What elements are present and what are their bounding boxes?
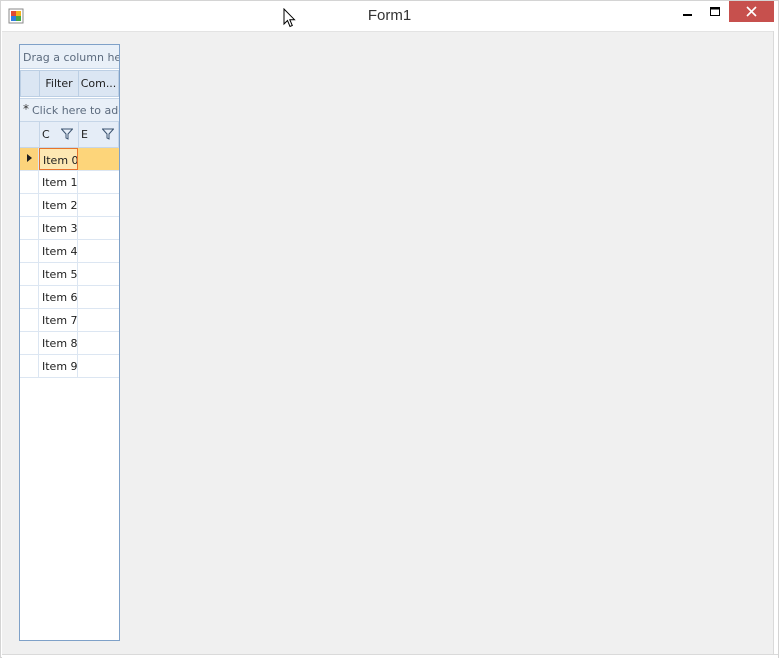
filter-icon[interactable] [102,128,114,140]
cell-c[interactable]: Item 0 [39,148,78,170]
data-grid[interactable]: Drag a column header here to group by th… [19,44,120,641]
row-selector[interactable] [20,240,39,262]
column-header-row: C E [20,122,119,148]
cell-e[interactable] [78,171,119,193]
minimize-icon [683,14,692,16]
close-button[interactable] [729,1,774,22]
cell-c[interactable]: Item 1 [39,171,78,193]
table-row[interactable]: Item 4 [20,240,119,263]
cell-c[interactable]: Item 8 [39,332,78,354]
row-selector[interactable] [20,217,39,239]
cell-e[interactable] [78,332,119,354]
row-selector[interactable] [20,309,39,331]
cell-e[interactable] [78,240,119,262]
cell-e[interactable] [78,309,119,331]
table-row[interactable]: Item 2 [20,194,119,217]
window-bottom-border [2,654,778,658]
column-header-c[interactable]: C [39,122,79,148]
title-bar[interactable]: Form1 [1,1,778,31]
row-selector[interactable] [20,286,39,308]
band-header-filter[interactable]: Filter [39,70,79,97]
group-by-panel[interactable]: Drag a column header here to group by th… [20,45,119,69]
table-row[interactable]: Item 9 [20,355,119,378]
window-right-border [773,31,778,657]
cell-c[interactable]: Item 6 [39,286,78,308]
cell-e[interactable] [78,148,119,170]
table-row[interactable]: Item 1 [20,171,119,194]
grid-rows: Item 0 Item 1 Item 2 Item 3 Item 4 Item … [20,148,119,378]
cell-c[interactable]: Item 4 [39,240,78,262]
current-row-arrow-icon [27,154,32,162]
band-header-com[interactable]: Com... [78,70,119,97]
table-row[interactable]: Item 0 [20,148,119,171]
add-new-row-label: Click here to add a new row [32,104,119,117]
form-window: Form1 Drag a column header here to group… [0,0,779,658]
cell-c[interactable]: Item 2 [39,194,78,216]
add-new-row[interactable]: * Click here to add a new row [20,98,119,122]
column-header-c-label: C [42,128,50,141]
window-title: Form1 [367,7,412,24]
row-selector[interactable] [20,171,39,193]
new-row-indicator: * [23,102,29,116]
table-row[interactable]: Item 3 [20,217,119,240]
band-header-corner[interactable] [20,70,40,97]
table-row[interactable]: Item 5 [20,263,119,286]
cell-c[interactable]: Item 9 [39,355,78,377]
maximize-button[interactable] [701,1,729,23]
filter-icon[interactable] [61,128,73,140]
cell-e[interactable] [78,263,119,285]
row-selector[interactable] [20,332,39,354]
row-selector[interactable] [20,355,39,377]
row-selector[interactable] [20,263,39,285]
cell-e[interactable] [78,355,119,377]
minimize-button[interactable] [673,1,703,23]
column-header-e-label: E [81,128,88,141]
table-row[interactable]: Item 6 [20,286,119,309]
cell-c[interactable]: Item 3 [39,217,78,239]
cell-c[interactable]: Item 7 [39,309,78,331]
row-selector-header [20,122,40,148]
cell-e[interactable] [78,194,119,216]
cell-e[interactable] [78,286,119,308]
maximize-icon [709,7,720,16]
cell-e[interactable] [78,217,119,239]
table-row[interactable]: Item 7 [20,309,119,332]
row-selector[interactable] [20,148,39,170]
table-row[interactable]: Item 8 [20,332,119,355]
mouse-pointer-icon [283,8,296,28]
cell-c[interactable]: Item 5 [39,263,78,285]
close-icon [746,6,757,17]
row-selector[interactable] [20,194,39,216]
band-header-row: Filter Com... [20,69,119,98]
column-header-e[interactable]: E [78,122,119,148]
